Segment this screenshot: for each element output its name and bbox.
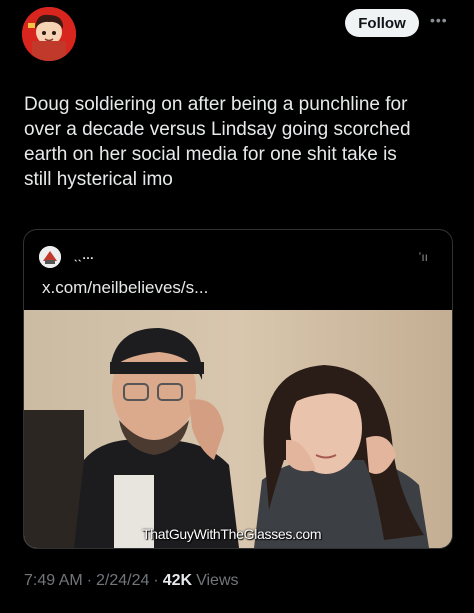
- quoted-author-name: ˎˎ…: [74, 248, 94, 262]
- more-horizontal-icon[interactable]: •••: [430, 12, 448, 28]
- author-avatar[interactable]: [22, 7, 76, 61]
- tweet-view: Follow ••• Doug soldiering on after bein…: [0, 0, 474, 613]
- post-date[interactable]: 2/24/24: [96, 572, 149, 590]
- follow-button[interactable]: Follow: [345, 9, 419, 37]
- image-watermark: ThatGuyWithTheGlasses.com: [142, 526, 322, 542]
- quoted-post-image[interactable]: ThatGuyWithTheGlasses.com: [24, 310, 452, 548]
- views-count: 42K: [162, 572, 193, 589]
- quoted-right-text: ʼıı: [418, 250, 428, 264]
- meta-separator: ·: [86, 572, 93, 589]
- views-label: Views: [196, 572, 239, 589]
- quoted-author-avatar: [39, 246, 61, 268]
- tweet-text: Doug soldiering on after being a punchli…: [24, 94, 411, 190]
- post-time[interactable]: 7:49 AM: [24, 572, 83, 590]
- quoted-post-url[interactable]: x.com/neilbeliеves/s...: [42, 278, 208, 298]
- quoted-post-card[interactable]: ˎˎ… ʼıı x.com/neilbeliеves/s... ThatGuyW…: [23, 229, 453, 549]
- post-meta: 7:49 AM · 2/24/24 · 42K Views: [24, 572, 239, 590]
- meta-separator: ·: [153, 572, 159, 589]
